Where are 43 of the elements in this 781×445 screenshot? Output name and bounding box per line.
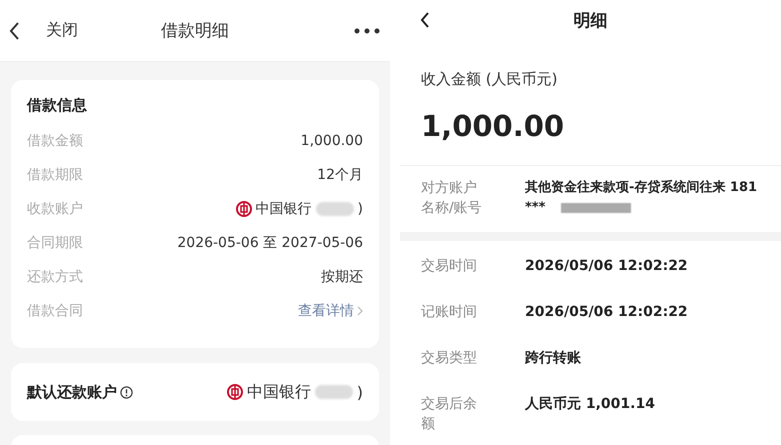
more-icon[interactable] (354, 28, 380, 34)
account-suffix: ) (356, 382, 363, 402)
field-label: 交易类型 (421, 349, 478, 368)
amount-label: 收入金额 (人民币元) (421, 70, 558, 89)
field-label: 借款金额 (27, 132, 83, 150)
field-label: 还款方式 (27, 268, 83, 286)
page-title: 借款明细 (161, 21, 229, 41)
amount-value: 1,000.00 (421, 109, 566, 143)
close-button[interactable]: 关闭 (46, 20, 78, 41)
field-value: 按期还 (321, 268, 363, 286)
field-label: 合同期限 (27, 234, 83, 252)
account-suffix: ) (358, 201, 363, 217)
field-value: 2026/05/06 12:02:22 (525, 257, 688, 276)
field-label: 记账时间 (421, 303, 478, 322)
info-icon[interactable] (120, 386, 133, 398)
chevron-icon (357, 306, 363, 316)
field-value: 2026/05/06 12:02:22 (525, 303, 688, 322)
bank-name: 中国银行 (246, 382, 311, 402)
field-value: 人民币元 1,001.14 (525, 395, 655, 414)
view-details-link[interactable]: 查看详情 (298, 302, 363, 320)
account-number: *** (525, 199, 546, 217)
field-label: 对方账户名称/账号 (421, 179, 483, 218)
field-value: 2026-05-06 至 2027-05-06 (177, 234, 363, 252)
redacted-block (314, 385, 353, 399)
field-value: 1,000.00 (300, 133, 363, 149)
field-label: 借款期限 (27, 166, 83, 184)
account-name: 其他资金往来款项-存贷系统间往来 181 (525, 178, 758, 197)
redacted-block (316, 202, 354, 216)
bank-logo-icon (226, 384, 243, 400)
field-value: 跨行转账 (525, 349, 581, 368)
redacted-block (561, 203, 632, 213)
card-title: 默认还款账户 (27, 382, 117, 402)
bank-logo-icon (236, 201, 252, 217)
bank-name: 中国银行 (256, 200, 312, 218)
field-label: 交易时间 (421, 257, 478, 276)
field-label: 借款合同 (27, 302, 83, 320)
page-title: 明细 (574, 10, 608, 30)
field-label: 交易后余额 (421, 395, 478, 434)
field-value: 12个月 (317, 166, 363, 184)
field-label: 收款账户 (27, 200, 83, 218)
back-icon[interactable] (8, 20, 20, 40)
back-icon[interactable] (420, 12, 430, 28)
card-title: 借款信息 (27, 96, 88, 115)
